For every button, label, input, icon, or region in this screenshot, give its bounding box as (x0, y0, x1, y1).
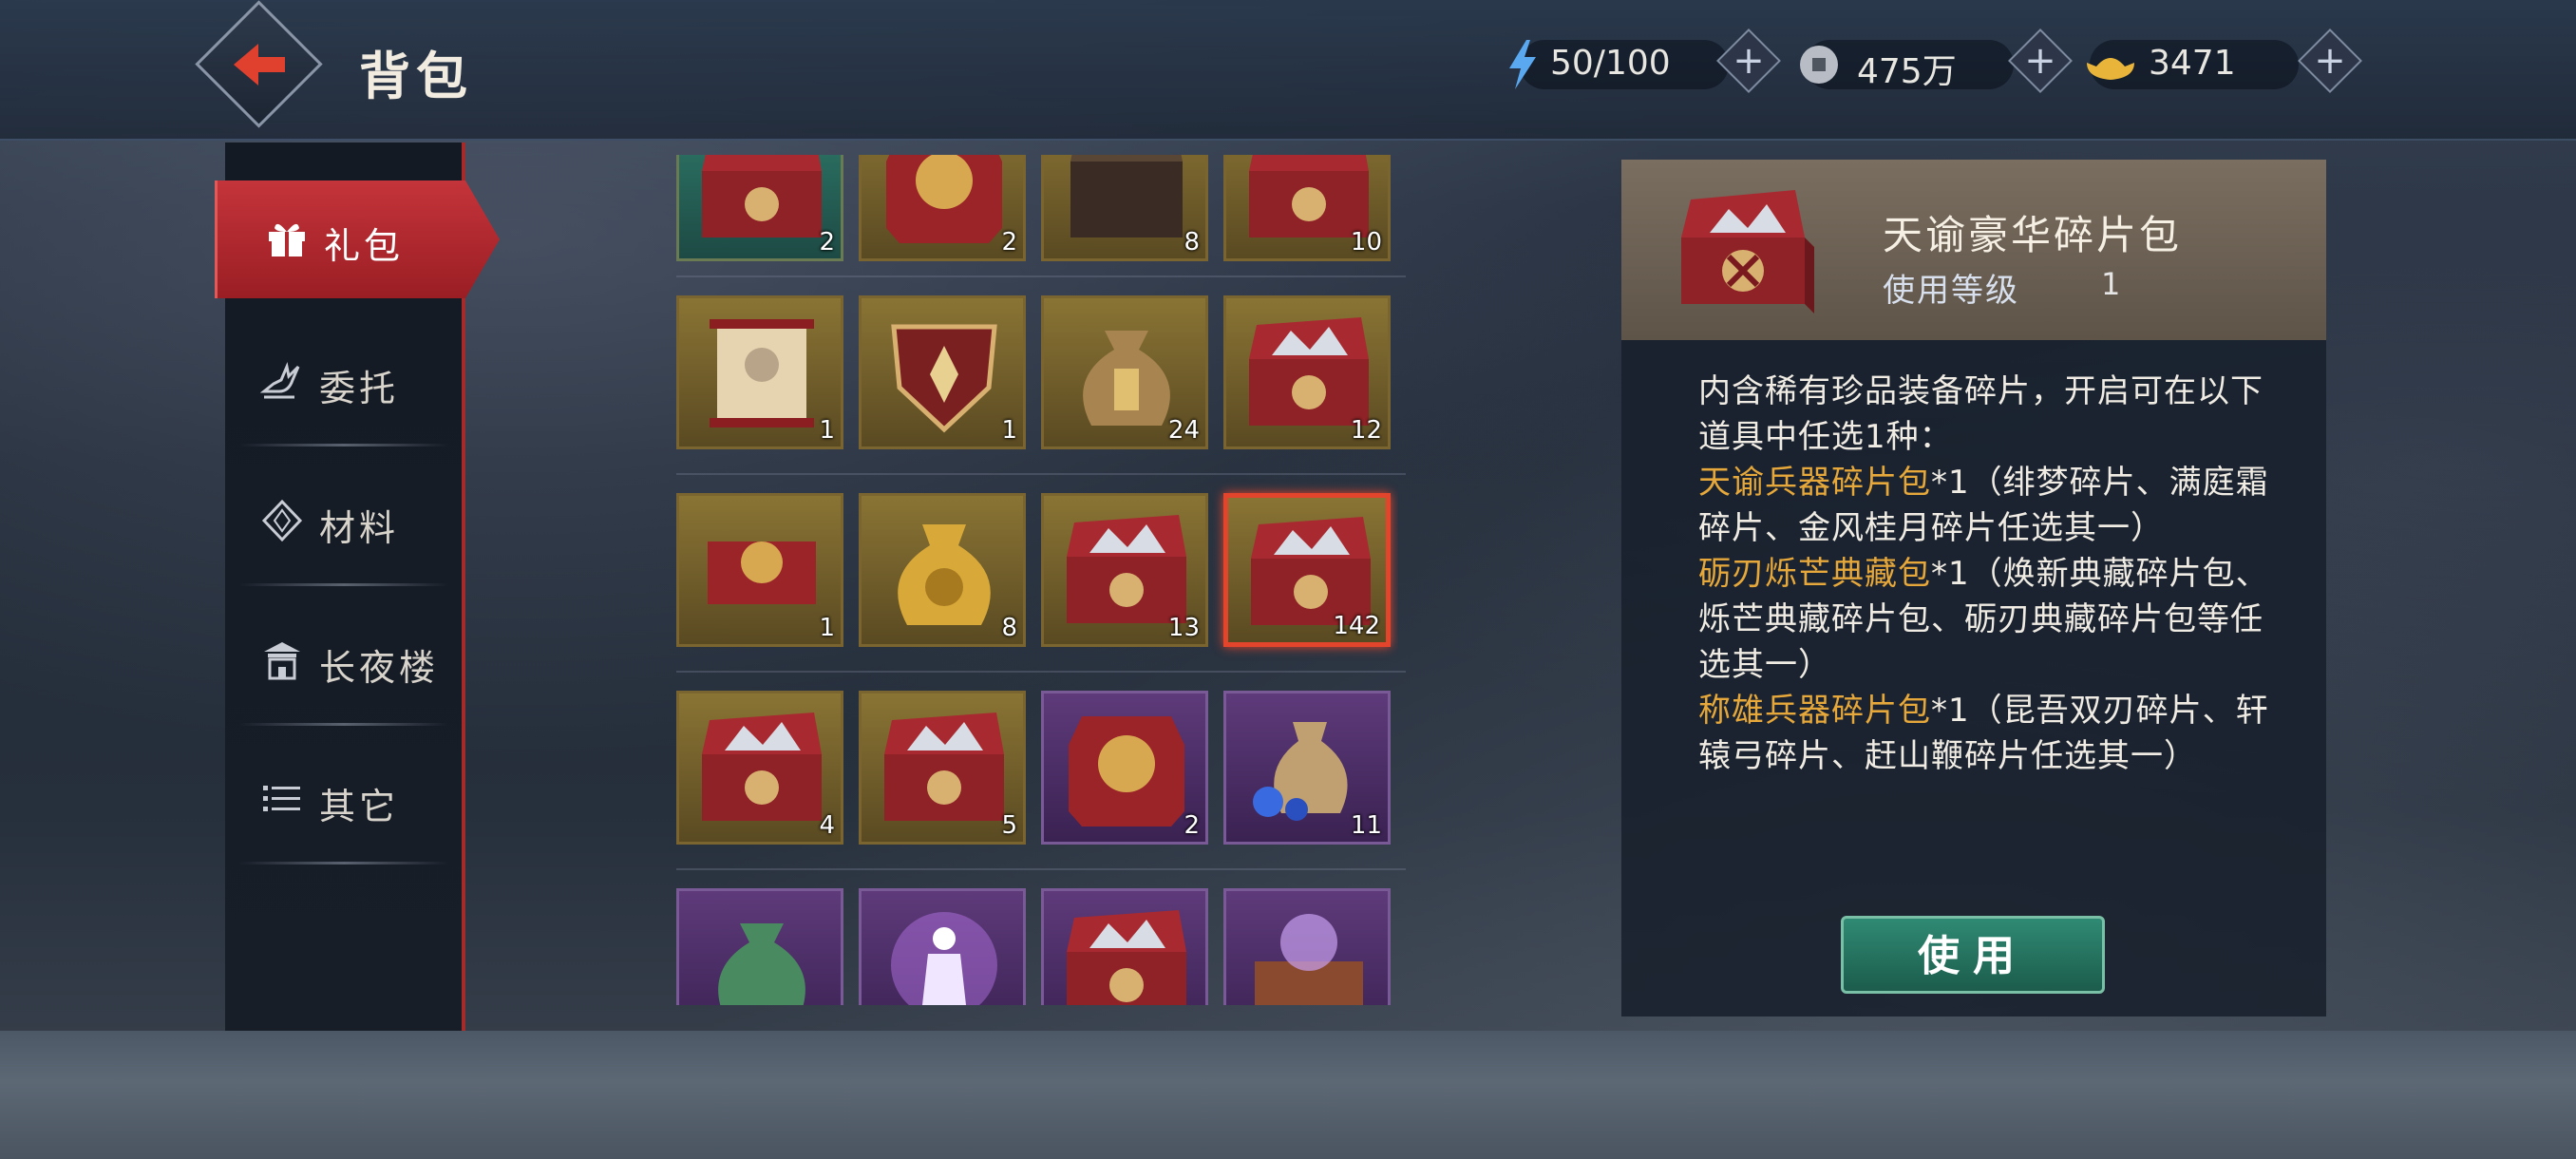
plus-icon: + (2024, 39, 2056, 83)
item-count: 2 (1001, 228, 1017, 256)
tab-other-label: 其它 (319, 786, 400, 827)
item-count: 8 (1184, 228, 1200, 256)
magic-chest-icon (1255, 914, 1363, 1005)
description-intro: 内含稀有珍品装备碎片，开启可在以下道具中任选1种： (1698, 372, 2263, 456)
inventory-slot[interactable]: 8 (1041, 155, 1208, 261)
inventory-slot[interactable]: 10 (1223, 155, 1391, 261)
list-icon (263, 786, 300, 811)
tab-separator (239, 444, 448, 446)
inventory-slot[interactable]: 142 (1223, 493, 1391, 647)
shard-chest-icon (1681, 190, 1814, 314)
item-count: 8 (1001, 614, 1017, 642)
gold-value: 3471 (2149, 44, 2236, 83)
tab-pavilion-label: 长夜楼 (319, 647, 440, 689)
inventory-slot[interactable]: 13 (1041, 493, 1208, 647)
item-name: 天谕豪华碎片包 (1883, 212, 2183, 258)
row-separator (676, 671, 1406, 673)
use-button-label[interactable]: 使用 (1841, 922, 2105, 982)
item-count: 1 (819, 614, 835, 642)
item-count: 11 (1350, 811, 1382, 840)
option-2: 砺刃烁芒典藏包*1（焕新典藏碎片包、烁芒典藏碎片包、砺刃典藏碎片包等任选其一） (1698, 551, 2287, 688)
silver-coin-icon (1800, 46, 1838, 84)
tab-separator (239, 583, 448, 586)
gift-icon (269, 223, 305, 256)
item-count: 10 (1350, 228, 1382, 256)
shield-icon (891, 324, 997, 433)
item-count: 1 (1001, 416, 1017, 445)
silver-value: 475万 (1857, 52, 1957, 91)
hand-icon (260, 361, 300, 399)
red-box-icon (886, 155, 1002, 243)
item-count: 24 (1167, 416, 1200, 445)
inventory-slot[interactable] (1223, 888, 1391, 1005)
figure-icon (891, 912, 997, 1005)
tab-pavilion[interactable]: 长夜楼 (239, 593, 448, 726)
inventory-slot[interactable]: 12 (1223, 295, 1391, 449)
inventory-slot[interactable]: 4 (676, 691, 843, 845)
diamond-icon (261, 499, 303, 542)
tab-separator (239, 862, 448, 864)
item-count: 2 (1184, 811, 1200, 840)
tab-commission[interactable]: 委托 (239, 314, 448, 446)
back-arrow-icon[interactable] (226, 36, 293, 93)
level-value: 1 (2101, 266, 2121, 302)
bottom-band (0, 1031, 2576, 1159)
plus-icon: + (2314, 39, 2346, 83)
plus-icon: + (1733, 39, 1765, 83)
option-1: 天谕兵器碎片包*1（绯梦碎片、满庭霜碎片、金风桂月碎片任选其一） (1698, 460, 2287, 551)
gold-ingot-icon (2087, 58, 2134, 80)
tab-gift[interactable]: 礼包 (215, 180, 500, 298)
scroll-icon (710, 319, 814, 428)
inventory-slot[interactable]: 8 (859, 493, 1026, 647)
row-separator (676, 276, 1406, 277)
option-2-name: 砺刃烁芒典藏包 (1698, 555, 1931, 593)
inventory-slot[interactable]: 2 (676, 155, 843, 261)
tab-gift-label: 礼包 (324, 225, 405, 267)
option-1-name: 天谕兵器碎片包 (1698, 464, 1931, 502)
item-count: 12 (1350, 416, 1382, 445)
red-chest-icon (702, 155, 822, 238)
shard-chest-icon (702, 712, 822, 821)
item-count: 1 (819, 416, 835, 445)
tab-separator (239, 723, 448, 726)
tab-other[interactable]: 其它 (239, 732, 448, 864)
item-count: 2 (819, 228, 835, 256)
row-separator (676, 868, 1406, 870)
item-count: 4 (819, 811, 835, 840)
item-description: 内含稀有珍品装备碎片，开启可在以下道具中任选1种： 天谕兵器碎片包*1（绯梦碎片… (1698, 369, 2287, 779)
inventory-slot[interactable]: 2 (1041, 691, 1208, 845)
dark-chest-icon (1070, 155, 1183, 238)
page-title: 背包 (359, 47, 473, 106)
inventory-slot[interactable] (859, 888, 1026, 1005)
item-count: 5 (1001, 811, 1017, 840)
option-3-name: 称雄兵器碎片包 (1698, 692, 1931, 730)
option-3: 称雄兵器碎片包*1（昆吾双刃碎片、轩辕弓碎片、赶山鞭碎片任选其一） (1698, 688, 2287, 779)
inventory-slot[interactable] (676, 888, 843, 1005)
level-label: 使用等级 (1883, 272, 2019, 310)
tab-materials[interactable]: 材料 (239, 453, 448, 586)
inventory-slot[interactable]: 5 (859, 691, 1026, 845)
jewel-box-icon (708, 542, 816, 604)
green-pouch-icon (718, 923, 805, 1005)
shard-chest-icon (1067, 910, 1186, 1005)
inventory-slot[interactable]: 24 (1041, 295, 1208, 449)
lightning-icon (1509, 40, 1536, 89)
red-box-icon (1069, 716, 1184, 826)
tab-commission-label: 委托 (319, 368, 400, 409)
item-count: 13 (1167, 614, 1200, 642)
gold-pouch-icon (898, 524, 991, 625)
inventory-grid: 2 2 8 10 1 1 24 12 1 8 13 142 4 5 2 11 (676, 155, 1398, 1005)
shard-chest-icon (884, 712, 1004, 821)
row-separator (676, 473, 1406, 475)
item-count: 142 (1333, 612, 1380, 640)
inventory-slot[interactable]: 1 (859, 295, 1026, 449)
stamina-value: 50/100 (1550, 44, 1671, 83)
tab-materials-label: 材料 (319, 507, 400, 549)
inventory-slot[interactable]: 1 (676, 493, 843, 647)
inventory-slot[interactable]: 11 (1223, 691, 1391, 845)
inventory-slot[interactable]: 2 (859, 155, 1026, 261)
pavilion-icon (264, 642, 300, 680)
inventory-slot[interactable]: 1 (676, 295, 843, 449)
inventory-slot[interactable] (1041, 888, 1208, 1005)
